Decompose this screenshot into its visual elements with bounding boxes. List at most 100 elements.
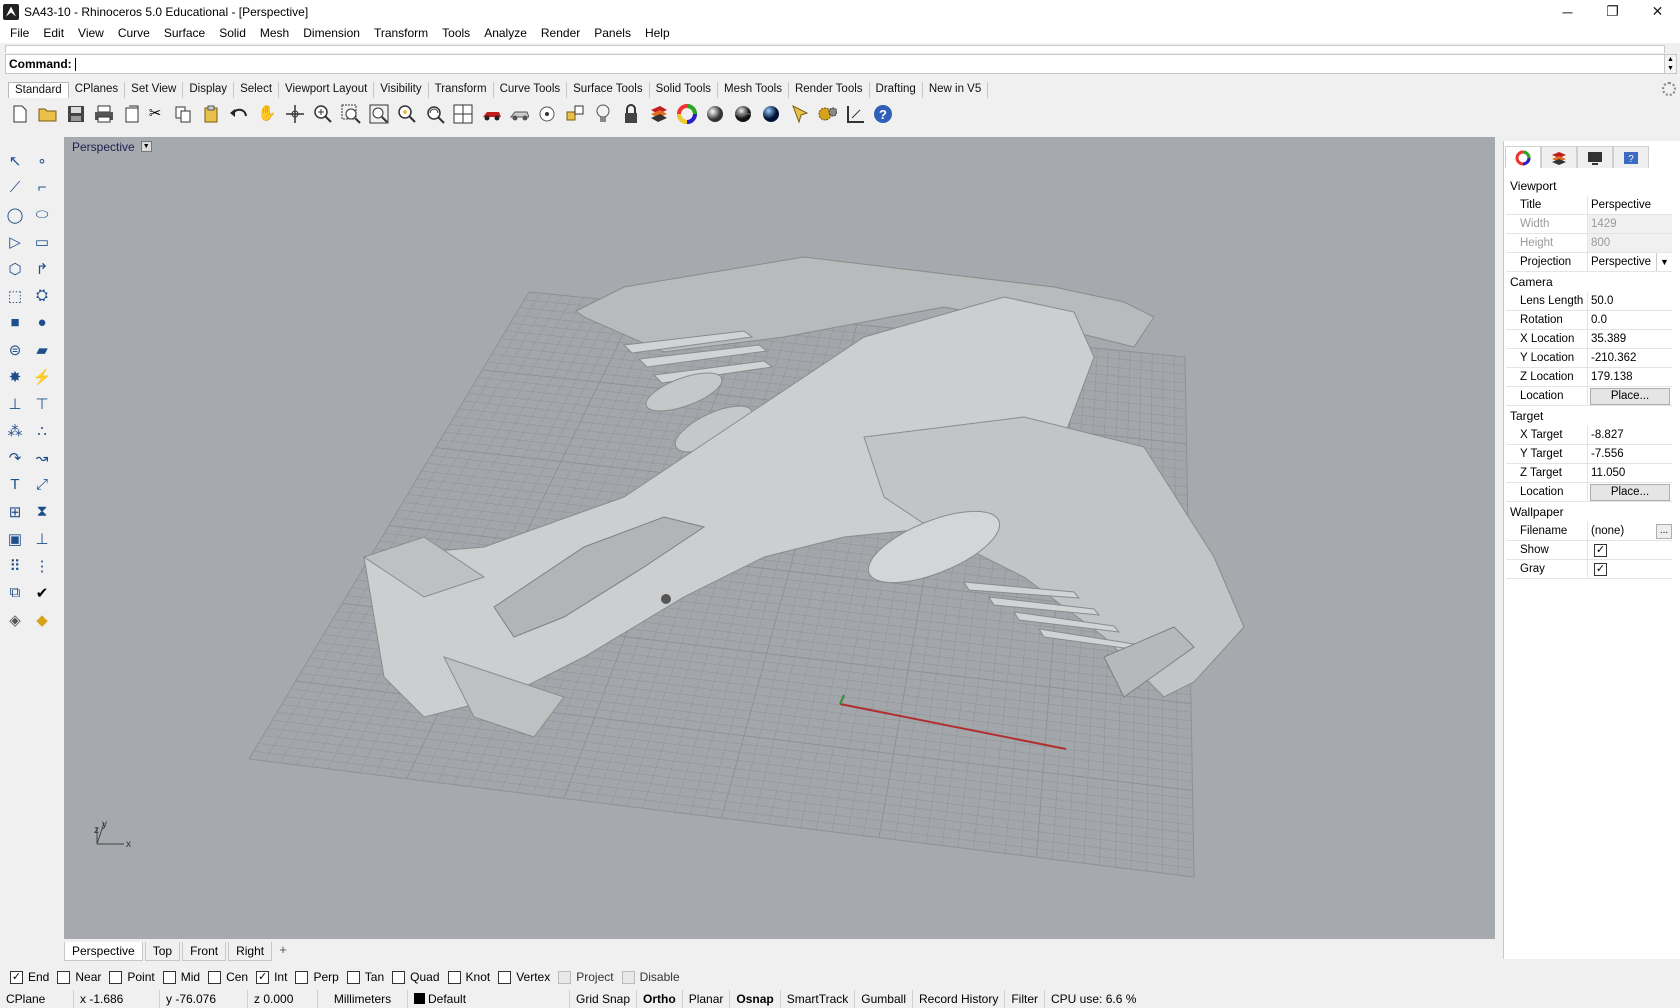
- status-ortho[interactable]: Ortho: [637, 990, 683, 1008]
- ungroup-icon[interactable]: ∴: [31, 420, 53, 442]
- title-field[interactable]: Perspective: [1588, 196, 1672, 214]
- undo-icon[interactable]: [229, 104, 249, 124]
- tab-render-tools[interactable]: Render Tools: [789, 82, 870, 98]
- polyline-icon[interactable]: ⟋: [4, 177, 26, 199]
- undo-view-icon[interactable]: [425, 104, 445, 124]
- osnap-quad[interactable]: Quad: [392, 970, 440, 984]
- menu-edit[interactable]: Edit: [36, 26, 71, 40]
- menu-render[interactable]: Render: [534, 26, 587, 40]
- group-icon[interactable]: ⁂: [4, 420, 26, 442]
- toolbar-gear-icon[interactable]: [1662, 82, 1676, 96]
- chevron-down-icon[interactable]: ▼: [1656, 253, 1672, 271]
- menu-dimension[interactable]: Dimension: [296, 26, 367, 40]
- osnap-vertex-checkbox[interactable]: [498, 970, 512, 984]
- color-wheel-icon[interactable]: [677, 104, 697, 124]
- array-icon[interactable]: ⊞: [4, 501, 26, 523]
- flow-along-icon[interactable]: ⧉: [4, 582, 26, 604]
- split-icon[interactable]: ⊥: [4, 393, 26, 415]
- menu-panels[interactable]: Panels: [587, 26, 638, 40]
- status-grid-snap[interactable]: Grid Snap: [570, 990, 638, 1008]
- mesh-plane-icon[interactable]: ▰: [31, 339, 53, 361]
- menu-mesh[interactable]: Mesh: [253, 26, 296, 40]
- edit-points-icon[interactable]: ↝: [31, 447, 53, 469]
- command-scroll-button[interactable]: ▲ ▼: [1664, 54, 1677, 74]
- osnap-tan-checkbox[interactable]: [346, 970, 360, 984]
- fillet-curve-icon[interactable]: ↱: [31, 258, 53, 280]
- tab-standard[interactable]: Standard: [8, 82, 69, 98]
- osnap-disable[interactable]: Disable: [621, 970, 680, 984]
- rendered-sphere-icon[interactable]: [733, 104, 753, 124]
- help-icon[interactable]: ?: [873, 104, 893, 124]
- copy-icon[interactable]: [173, 104, 193, 124]
- osnap-int[interactable]: ✓ Int: [256, 970, 287, 984]
- minimize-button[interactable]: ─: [1545, 0, 1590, 23]
- viewport-tab-front[interactable]: Front: [182, 941, 227, 961]
- osnap-point[interactable]: Point: [109, 970, 155, 984]
- y-target-field[interactable]: -7.556: [1588, 445, 1672, 463]
- osnap-knot-checkbox[interactable]: [447, 970, 461, 984]
- osnap-perp[interactable]: Perp: [295, 970, 339, 984]
- solid-edit-icon[interactable]: ◈: [4, 609, 26, 631]
- rotation-field[interactable]: 0.0: [1588, 311, 1672, 329]
- lightbulb-icon[interactable]: [593, 104, 613, 124]
- car-render-icon[interactable]: [481, 104, 501, 124]
- object-snap-icon[interactable]: [565, 104, 585, 124]
- lock-icon[interactable]: [621, 104, 641, 124]
- surface-corner-icon[interactable]: ⬚: [4, 285, 26, 307]
- print-icon[interactable]: [94, 104, 114, 124]
- rotate-view-icon[interactable]: [285, 104, 305, 124]
- tab-mesh-tools[interactable]: Mesh Tools: [718, 82, 789, 98]
- osnap-quad-checkbox[interactable]: [392, 970, 406, 984]
- osnap-mid-checkbox[interactable]: [162, 970, 176, 984]
- status-layer[interactable]: Default: [408, 990, 570, 1008]
- new-file-icon[interactable]: [10, 104, 30, 124]
- tab-select[interactable]: Select: [234, 82, 280, 98]
- osnap-near-checkbox[interactable]: [57, 970, 71, 984]
- osnap-project-checkbox[interactable]: [558, 970, 572, 984]
- menu-view[interactable]: View: [71, 26, 111, 40]
- status-filter[interactable]: Filter: [1005, 990, 1046, 1008]
- hexagon-icon[interactable]: ⬡: [4, 258, 26, 280]
- rectangle-icon[interactable]: ▭: [31, 231, 53, 253]
- zoom-dynamic-icon[interactable]: [313, 104, 333, 124]
- align-icon[interactable]: ⋮: [31, 555, 53, 577]
- projection-select[interactable]: Perspective: [1588, 253, 1656, 271]
- x-target-field[interactable]: -8.827: [1588, 426, 1672, 444]
- select-arrow-icon[interactable]: ↖: [4, 150, 26, 172]
- point-icon[interactable]: ∘: [31, 150, 53, 172]
- osnap-point-checkbox[interactable]: [109, 970, 123, 984]
- z-location-field[interactable]: 179.138: [1588, 368, 1672, 386]
- box-solid-icon[interactable]: ■: [4, 312, 26, 334]
- osnap-end[interactable]: ✓ End: [10, 970, 49, 984]
- status-cplane[interactable]: CPlane: [0, 990, 74, 1008]
- paste-icon[interactable]: [201, 104, 221, 124]
- viewport-menu-dropdown-icon[interactable]: ▼: [140, 141, 152, 152]
- help-tab-icon[interactable]: ?: [1613, 146, 1649, 168]
- ellipse-icon[interactable]: ⬭: [31, 204, 53, 226]
- render-light-icon[interactable]: ⚡: [31, 366, 53, 388]
- select-point-icon[interactable]: [537, 104, 557, 124]
- zoom-selected-icon[interactable]: [397, 104, 417, 124]
- zoom-extents-icon[interactable]: [369, 104, 389, 124]
- target-place-button[interactable]: Place...: [1590, 484, 1670, 501]
- tab-visibility[interactable]: Visibility: [374, 82, 429, 98]
- status-smarttrack[interactable]: SmartTrack: [781, 990, 856, 1008]
- grid-array-icon[interactable]: ⠿: [4, 555, 26, 577]
- curve-cv-icon[interactable]: ⌐: [31, 177, 53, 199]
- menu-help[interactable]: Help: [638, 26, 677, 40]
- osnap-disable-checkbox[interactable]: [621, 970, 635, 984]
- properties-tab-icon[interactable]: [1505, 146, 1541, 168]
- checkmark-icon[interactable]: ✔: [31, 582, 53, 604]
- menu-surface[interactable]: Surface: [157, 26, 212, 40]
- osnap-tan[interactable]: Tan: [346, 970, 384, 984]
- tab-cplanes[interactable]: CPlanes: [69, 82, 126, 98]
- rebuild-icon[interactable]: ↷: [4, 447, 26, 469]
- page-setup-icon[interactable]: [122, 104, 142, 124]
- osnap-near[interactable]: Near: [57, 970, 101, 984]
- command-line[interactable]: Command:: [5, 54, 1665, 74]
- menu-analyze[interactable]: Analyze: [477, 26, 534, 40]
- osnap-knot[interactable]: Knot: [447, 970, 490, 984]
- close-button[interactable]: ✕: [1635, 0, 1680, 23]
- status-record-history[interactable]: Record History: [913, 990, 1006, 1008]
- status-units[interactable]: Millimeters: [318, 990, 408, 1008]
